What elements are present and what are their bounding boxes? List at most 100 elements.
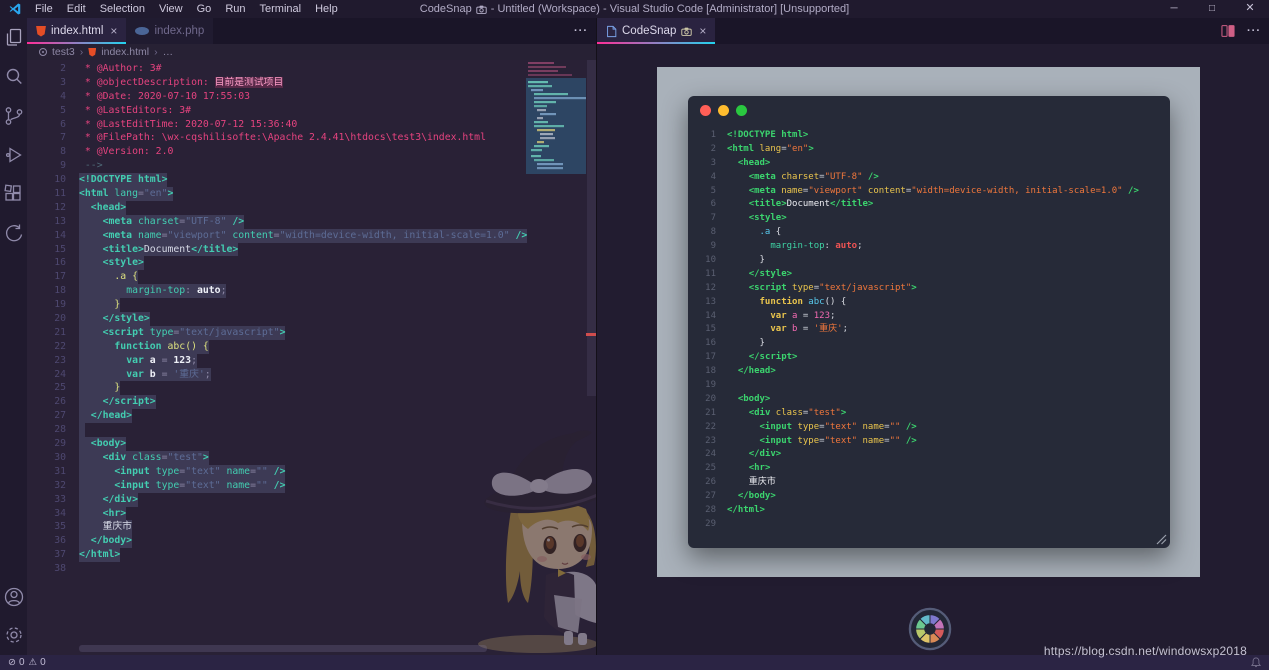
error-icon: ⊘: [8, 657, 16, 668]
line-number: 13: [54, 215, 66, 227]
line-number: 27: [705, 491, 716, 502]
code-line: 5 <meta name="viewport" content="width=d…: [694, 185, 1139, 199]
breadcrumb-item-folder[interactable]: test3: [52, 46, 75, 58]
code-line: 4 <meta charset="UTF-8" />: [694, 171, 1139, 185]
code-line: 6 <title>Document</title>: [694, 198, 1139, 212]
code-line: 14 var a = 123;: [694, 310, 1139, 324]
minimize-icon[interactable]: ─: [1155, 0, 1193, 18]
breadcrumb-item-file[interactable]: index.html: [101, 46, 149, 58]
tab-codesnap[interactable]: CodeSnap ×: [597, 18, 716, 44]
breadcrumb: test3 › index.html › …: [27, 44, 596, 60]
menu-help[interactable]: Help: [308, 0, 345, 18]
run-debug-icon[interactable]: [2, 143, 26, 167]
problems-warnings[interactable]: ⚠ 0: [29, 657, 46, 668]
line-number: 18: [54, 285, 66, 297]
line-number: 24: [54, 368, 66, 380]
notifications-bell-icon[interactable]: [1251, 657, 1261, 668]
line-number: 7: [710, 213, 716, 224]
problems-errors[interactable]: ⊘ 0: [8, 657, 25, 668]
line-number: 38: [54, 563, 66, 575]
html-file-icon: [88, 47, 97, 57]
code-line: 15 <title>Document</title>: [27, 242, 527, 257]
code-line: 22 <input type="text" name="" />: [694, 421, 1139, 435]
menu-view[interactable]: View: [152, 0, 190, 18]
line-number: 22: [705, 421, 716, 432]
settings-gear-icon[interactable]: [2, 623, 26, 647]
warning-icon: ⚠: [28, 657, 38, 668]
split-editor-icon[interactable]: [1221, 24, 1235, 38]
file-icon: [607, 25, 617, 37]
code-line: 18 margin-top: auto;: [27, 284, 527, 299]
menu-run[interactable]: Run: [218, 0, 252, 18]
menu-go[interactable]: Go: [190, 0, 219, 18]
close-tab-icon[interactable]: ×: [110, 24, 117, 38]
watermark-text: https://blog.csdn.net/windowsxp2018: [1043, 644, 1247, 658]
snapshot-code-lines: 1 <!DOCTYPE html> 2 <html lang="en"> 3 <head…: [694, 129, 1139, 532]
account-icon[interactable]: [2, 585, 26, 609]
line-number: 14: [54, 229, 66, 241]
snapshot-preview-container: 1 <!DOCTYPE html> 2 <html lang="en"> 3 <head…: [657, 67, 1200, 577]
tab-label: index.html: [51, 25, 104, 37]
code-editor[interactable]: 2 * @Author: 3# 3 * @objectDescription: 目…: [27, 60, 596, 655]
code-line: 8 * @Version: 2.0: [27, 145, 527, 159]
line-number: 32: [54, 479, 66, 491]
shutter-button-icon[interactable]: [908, 607, 952, 651]
line-number: 23: [54, 354, 66, 366]
code-line: 24 </div>: [694, 448, 1139, 462]
vscode-logo-icon: [9, 3, 21, 15]
code-line: 27 </body>: [694, 490, 1139, 504]
extensions-icon[interactable]: [2, 182, 26, 206]
horizontal-scrollbar[interactable]: [79, 645, 487, 652]
code-line: 10 }: [694, 254, 1139, 268]
code-line: 16 }: [694, 337, 1139, 351]
code-line: 6 * @LastEditTime: 2020-07-12 15:36:40: [27, 118, 527, 132]
code-line: 26 重庆市: [694, 476, 1139, 490]
explorer-icon[interactable]: [2, 26, 26, 50]
menu-terminal[interactable]: Terminal: [253, 0, 309, 18]
minimap[interactable]: [526, 60, 586, 178]
title-bar: File Edit Selection View Go Run Terminal…: [0, 0, 1269, 18]
editor-group-divider[interactable]: [596, 18, 597, 655]
code-line: 18 </head>: [694, 365, 1139, 379]
menu-selection[interactable]: Selection: [93, 0, 152, 18]
line-number: 2: [60, 63, 66, 74]
codesnap-panel: 1 <!DOCTYPE html> 2 <html lang="en"> 3 <head…: [597, 44, 1269, 655]
code-line: 27 </head>: [27, 409, 527, 424]
line-number: 33: [54, 493, 66, 505]
code-line: 25 }: [27, 381, 527, 396]
code-line: 34 <hr>: [27, 506, 527, 521]
tab-index-html[interactable]: index.html ×: [27, 18, 127, 44]
more-actions-icon[interactable]: ···: [574, 25, 588, 37]
resize-grip-icon[interactable]: [1155, 533, 1167, 545]
vertical-scrollbar[interactable]: [587, 60, 596, 396]
overview-ruler-mark: [586, 333, 596, 336]
back-navigation-icon[interactable]: [2, 221, 26, 245]
code-line: 17 </script>: [694, 351, 1139, 365]
code-line: 9 margin-top: auto;: [694, 240, 1139, 254]
close-icon[interactable]: ✕: [1231, 0, 1269, 18]
camera-icon: [476, 5, 487, 14]
code-line: 12 <head>: [27, 200, 527, 215]
code-line: 8 .a {: [694, 226, 1139, 240]
line-number: 17: [705, 352, 716, 363]
line-number: 12: [54, 201, 66, 213]
workspace-icon: [39, 48, 47, 56]
maximize-icon[interactable]: □: [1193, 0, 1231, 18]
close-tab-icon[interactable]: ×: [699, 24, 706, 38]
more-actions-icon[interactable]: ···: [1247, 25, 1261, 37]
line-number: 36: [54, 535, 66, 547]
line-number: 2: [710, 143, 716, 154]
line-number: 24: [705, 449, 716, 460]
source-control-icon[interactable]: [2, 104, 26, 128]
tab-index-php[interactable]: index.php: [126, 18, 214, 44]
code-line: 38: [27, 562, 527, 576]
menu-file[interactable]: File: [28, 0, 60, 18]
line-number: 25: [705, 463, 716, 474]
breadcrumb-item-symbol[interactable]: …: [163, 46, 174, 58]
code-line: 36 </body>: [27, 534, 527, 549]
search-icon[interactable]: [2, 65, 26, 89]
code-line: 7 <style>: [694, 212, 1139, 226]
code-line: 2 * @Author: 3#: [27, 62, 527, 76]
line-number: 20: [54, 313, 66, 325]
menu-edit[interactable]: Edit: [60, 0, 93, 18]
